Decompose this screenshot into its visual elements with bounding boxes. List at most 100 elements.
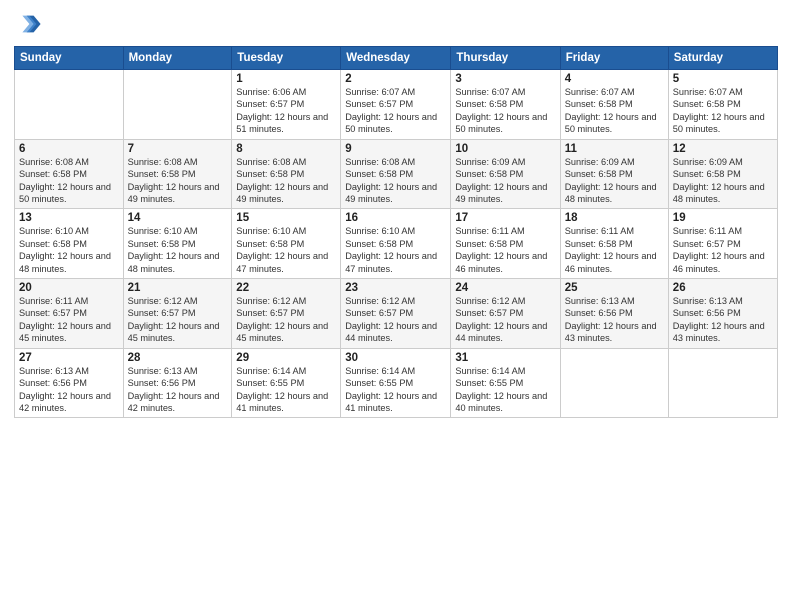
calendar-cell	[123, 70, 232, 140]
day-info: Sunrise: 6:09 AM Sunset: 6:58 PM Dayligh…	[673, 156, 773, 206]
col-header-sunday: Sunday	[15, 47, 124, 70]
col-header-thursday: Thursday	[451, 47, 560, 70]
day-info: Sunrise: 6:07 AM Sunset: 6:57 PM Dayligh…	[345, 86, 446, 136]
week-row-4: 20Sunrise: 6:11 AM Sunset: 6:57 PM Dayli…	[15, 279, 778, 349]
day-info: Sunrise: 6:07 AM Sunset: 6:58 PM Dayligh…	[455, 86, 555, 136]
week-row-1: 1Sunrise: 6:06 AM Sunset: 6:57 PM Daylig…	[15, 70, 778, 140]
calendar-cell: 5Sunrise: 6:07 AM Sunset: 6:58 PM Daylig…	[668, 70, 777, 140]
day-info: Sunrise: 6:11 AM Sunset: 6:58 PM Dayligh…	[455, 225, 555, 275]
day-number: 24	[455, 282, 555, 294]
calendar-cell: 1Sunrise: 6:06 AM Sunset: 6:57 PM Daylig…	[232, 70, 341, 140]
day-info: Sunrise: 6:14 AM Sunset: 6:55 PM Dayligh…	[236, 365, 336, 415]
day-info: Sunrise: 6:08 AM Sunset: 6:58 PM Dayligh…	[345, 156, 446, 206]
calendar-header-row: SundayMondayTuesdayWednesdayThursdayFrid…	[15, 47, 778, 70]
col-header-saturday: Saturday	[668, 47, 777, 70]
week-row-2: 6Sunrise: 6:08 AM Sunset: 6:58 PM Daylig…	[15, 139, 778, 209]
calendar-cell	[560, 348, 668, 418]
day-number: 1	[236, 73, 336, 85]
day-info: Sunrise: 6:08 AM Sunset: 6:58 PM Dayligh…	[236, 156, 336, 206]
page: SundayMondayTuesdayWednesdayThursdayFrid…	[0, 0, 792, 612]
calendar-cell: 23Sunrise: 6:12 AM Sunset: 6:57 PM Dayli…	[341, 279, 451, 349]
day-info: Sunrise: 6:10 AM Sunset: 6:58 PM Dayligh…	[345, 225, 446, 275]
header	[14, 10, 778, 38]
day-number: 4	[565, 73, 664, 85]
day-number: 6	[19, 143, 119, 155]
calendar-cell: 11Sunrise: 6:09 AM Sunset: 6:58 PM Dayli…	[560, 139, 668, 209]
day-number: 10	[455, 143, 555, 155]
calendar-cell: 24Sunrise: 6:12 AM Sunset: 6:57 PM Dayli…	[451, 279, 560, 349]
calendar-cell: 10Sunrise: 6:09 AM Sunset: 6:58 PM Dayli…	[451, 139, 560, 209]
day-number: 28	[128, 352, 228, 364]
day-number: 16	[345, 212, 446, 224]
calendar-cell: 7Sunrise: 6:08 AM Sunset: 6:58 PM Daylig…	[123, 139, 232, 209]
day-info: Sunrise: 6:11 AM Sunset: 6:57 PM Dayligh…	[673, 225, 773, 275]
day-info: Sunrise: 6:06 AM Sunset: 6:57 PM Dayligh…	[236, 86, 336, 136]
day-number: 23	[345, 282, 446, 294]
day-info: Sunrise: 6:11 AM Sunset: 6:57 PM Dayligh…	[19, 295, 119, 345]
day-number: 2	[345, 73, 446, 85]
day-number: 18	[565, 212, 664, 224]
calendar-cell	[15, 70, 124, 140]
calendar-cell: 13Sunrise: 6:10 AM Sunset: 6:58 PM Dayli…	[15, 209, 124, 279]
calendar-cell: 18Sunrise: 6:11 AM Sunset: 6:58 PM Dayli…	[560, 209, 668, 279]
day-info: Sunrise: 6:10 AM Sunset: 6:58 PM Dayligh…	[128, 225, 228, 275]
calendar-cell: 27Sunrise: 6:13 AM Sunset: 6:56 PM Dayli…	[15, 348, 124, 418]
day-number: 9	[345, 143, 446, 155]
day-info: Sunrise: 6:14 AM Sunset: 6:55 PM Dayligh…	[455, 365, 555, 415]
day-number: 12	[673, 143, 773, 155]
day-info: Sunrise: 6:09 AM Sunset: 6:58 PM Dayligh…	[455, 156, 555, 206]
day-info: Sunrise: 6:10 AM Sunset: 6:58 PM Dayligh…	[236, 225, 336, 275]
calendar-cell: 9Sunrise: 6:08 AM Sunset: 6:58 PM Daylig…	[341, 139, 451, 209]
day-number: 3	[455, 73, 555, 85]
day-number: 20	[19, 282, 119, 294]
day-info: Sunrise: 6:08 AM Sunset: 6:58 PM Dayligh…	[19, 156, 119, 206]
col-header-friday: Friday	[560, 47, 668, 70]
day-info: Sunrise: 6:11 AM Sunset: 6:58 PM Dayligh…	[565, 225, 664, 275]
day-number: 7	[128, 143, 228, 155]
col-header-wednesday: Wednesday	[341, 47, 451, 70]
calendar-cell: 25Sunrise: 6:13 AM Sunset: 6:56 PM Dayli…	[560, 279, 668, 349]
day-info: Sunrise: 6:12 AM Sunset: 6:57 PM Dayligh…	[128, 295, 228, 345]
week-row-5: 27Sunrise: 6:13 AM Sunset: 6:56 PM Dayli…	[15, 348, 778, 418]
day-info: Sunrise: 6:08 AM Sunset: 6:58 PM Dayligh…	[128, 156, 228, 206]
day-info: Sunrise: 6:12 AM Sunset: 6:57 PM Dayligh…	[455, 295, 555, 345]
day-info: Sunrise: 6:09 AM Sunset: 6:58 PM Dayligh…	[565, 156, 664, 206]
day-number: 8	[236, 143, 336, 155]
calendar-cell: 3Sunrise: 6:07 AM Sunset: 6:58 PM Daylig…	[451, 70, 560, 140]
calendar-cell: 4Sunrise: 6:07 AM Sunset: 6:58 PM Daylig…	[560, 70, 668, 140]
day-info: Sunrise: 6:10 AM Sunset: 6:58 PM Dayligh…	[19, 225, 119, 275]
logo	[14, 10, 46, 38]
calendar-cell	[668, 348, 777, 418]
calendar-cell: 14Sunrise: 6:10 AM Sunset: 6:58 PM Dayli…	[123, 209, 232, 279]
day-number: 26	[673, 282, 773, 294]
calendar-cell: 16Sunrise: 6:10 AM Sunset: 6:58 PM Dayli…	[341, 209, 451, 279]
col-header-monday: Monday	[123, 47, 232, 70]
day-number: 27	[19, 352, 119, 364]
week-row-3: 13Sunrise: 6:10 AM Sunset: 6:58 PM Dayli…	[15, 209, 778, 279]
day-info: Sunrise: 6:13 AM Sunset: 6:56 PM Dayligh…	[673, 295, 773, 345]
calendar-cell: 30Sunrise: 6:14 AM Sunset: 6:55 PM Dayli…	[341, 348, 451, 418]
calendar: SundayMondayTuesdayWednesdayThursdayFrid…	[14, 46, 778, 418]
day-info: Sunrise: 6:12 AM Sunset: 6:57 PM Dayligh…	[345, 295, 446, 345]
day-number: 31	[455, 352, 555, 364]
day-info: Sunrise: 6:13 AM Sunset: 6:56 PM Dayligh…	[19, 365, 119, 415]
day-number: 5	[673, 73, 773, 85]
calendar-cell: 6Sunrise: 6:08 AM Sunset: 6:58 PM Daylig…	[15, 139, 124, 209]
day-info: Sunrise: 6:13 AM Sunset: 6:56 PM Dayligh…	[565, 295, 664, 345]
day-number: 14	[128, 212, 228, 224]
calendar-cell: 2Sunrise: 6:07 AM Sunset: 6:57 PM Daylig…	[341, 70, 451, 140]
calendar-cell: 12Sunrise: 6:09 AM Sunset: 6:58 PM Dayli…	[668, 139, 777, 209]
day-info: Sunrise: 6:07 AM Sunset: 6:58 PM Dayligh…	[565, 86, 664, 136]
day-number: 22	[236, 282, 336, 294]
calendar-cell: 31Sunrise: 6:14 AM Sunset: 6:55 PM Dayli…	[451, 348, 560, 418]
day-info: Sunrise: 6:13 AM Sunset: 6:56 PM Dayligh…	[128, 365, 228, 415]
day-info: Sunrise: 6:07 AM Sunset: 6:58 PM Dayligh…	[673, 86, 773, 136]
day-number: 17	[455, 212, 555, 224]
col-header-tuesday: Tuesday	[232, 47, 341, 70]
day-number: 21	[128, 282, 228, 294]
day-number: 19	[673, 212, 773, 224]
logo-icon	[14, 10, 42, 38]
day-info: Sunrise: 6:12 AM Sunset: 6:57 PM Dayligh…	[236, 295, 336, 345]
calendar-cell: 20Sunrise: 6:11 AM Sunset: 6:57 PM Dayli…	[15, 279, 124, 349]
calendar-cell: 19Sunrise: 6:11 AM Sunset: 6:57 PM Dayli…	[668, 209, 777, 279]
